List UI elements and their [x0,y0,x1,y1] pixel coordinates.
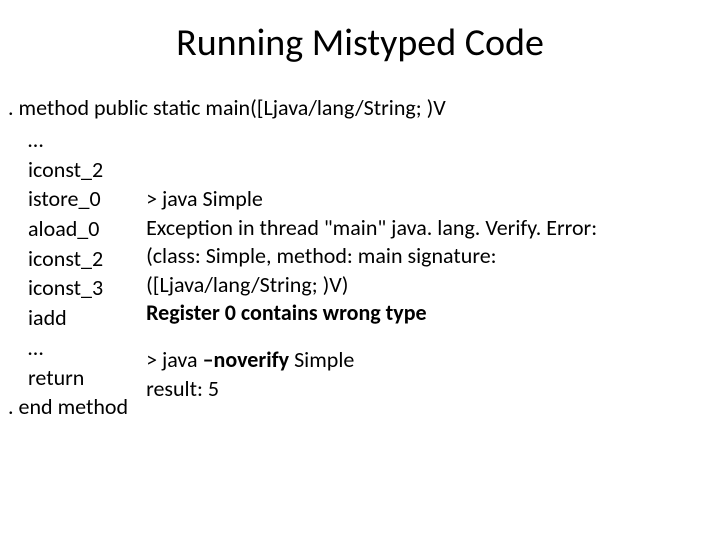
runtime-output: > java Simple Exception in thread "main"… [146,125,710,403]
content-columns: … iconst_2 istore_0 aload_0 iconst_2 ico… [8,125,710,422]
error-line: (class: Simple, method: main signature: [146,242,702,271]
command-line: > java Simple [146,185,702,214]
code-line: … [28,333,128,363]
command-line: > java –noverify Simple [146,346,702,375]
error-line: Exception in thread "main" java. lang. V… [146,214,702,243]
bytecode-listing: … iconst_2 istore_0 aload_0 iconst_2 ico… [8,125,146,422]
slide-title: Running Mistyped Code [0,20,720,66]
cmd-suffix: Simple [289,346,354,373]
code-line: istore_0 [28,184,128,214]
error-line: ([Ljava/lang/String; )V) [146,271,702,300]
code-line: iadd [28,303,128,333]
code-line: … [28,125,128,155]
success-output-block: > java –noverify Simple result: 5 [146,346,702,403]
cmd-prefix: > java [146,346,203,373]
result-line: result: 5 [146,375,702,404]
cmd-flag: –noverify [203,346,290,373]
code-line: iconst_2 [28,244,128,274]
method-declaration: . method public static main([Ljava/lang/… [8,94,710,121]
error-highlight: Register 0 contains wrong type [146,299,702,328]
error-output-block: > java Simple Exception in thread "main"… [146,185,702,328]
end-method-line: . end method [8,392,128,422]
code-line: iconst_3 [28,273,128,303]
code-line: aload_0 [28,214,128,244]
code-line: return [28,363,128,393]
code-line: iconst_2 [28,155,128,185]
slide-content: . method public static main([Ljava/lang/… [0,94,720,422]
